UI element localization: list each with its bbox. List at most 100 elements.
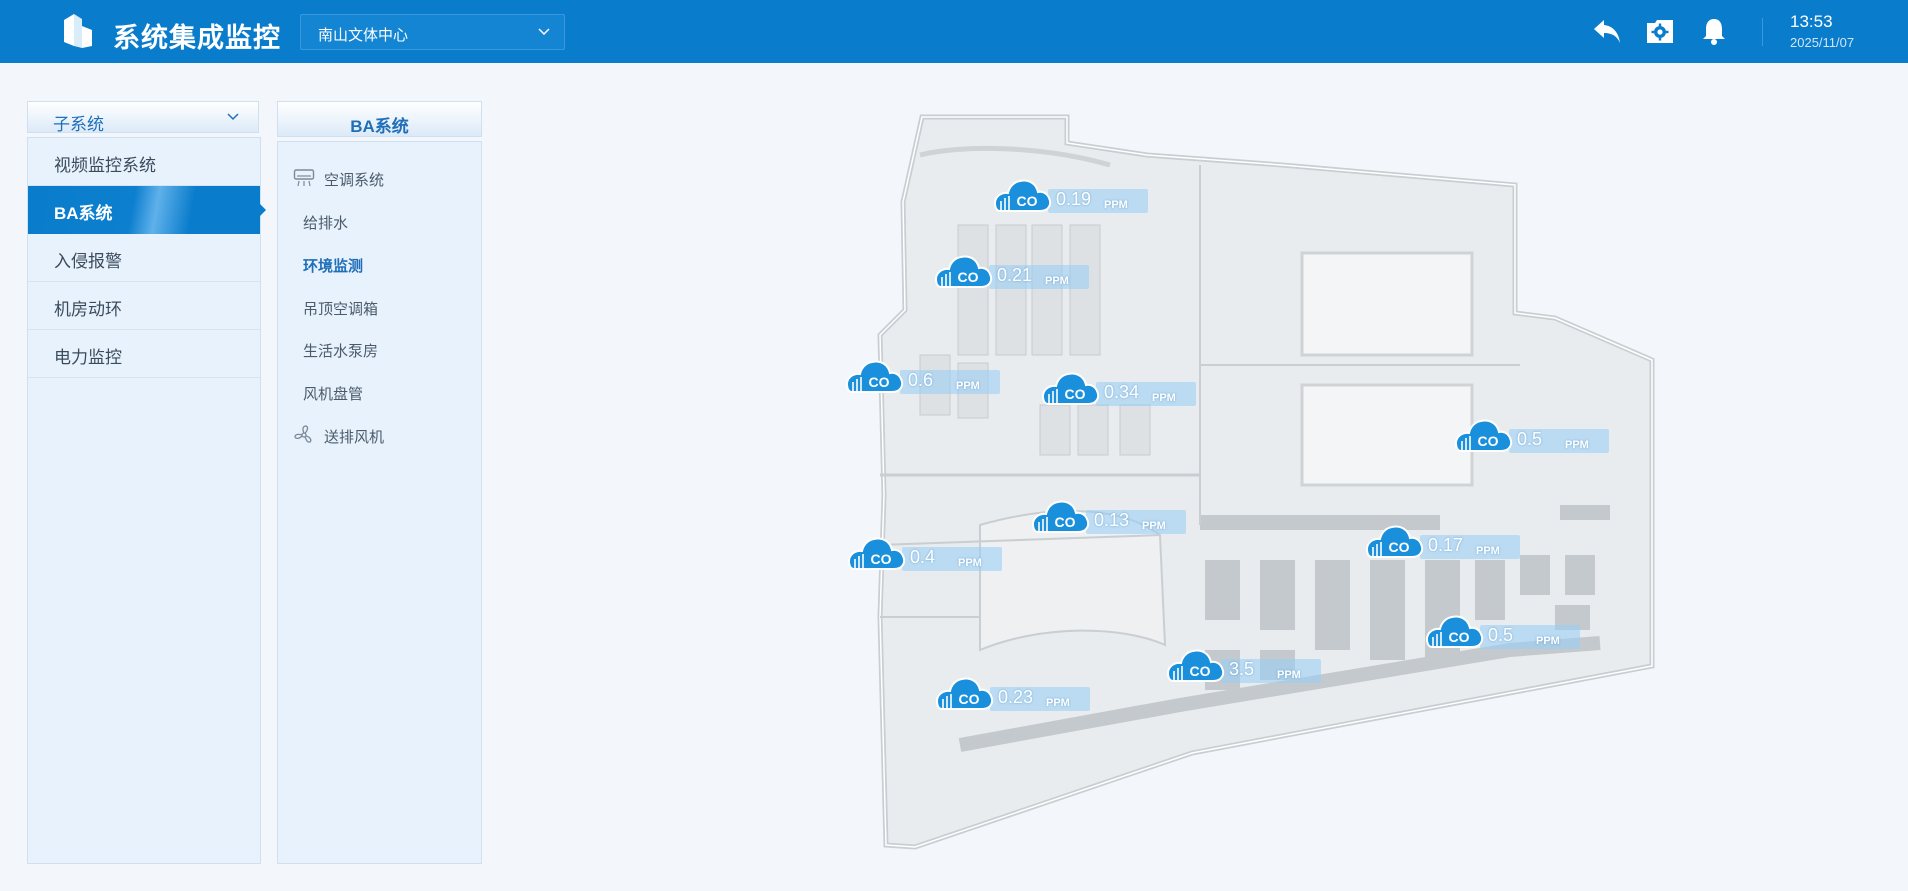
subsystem-item-label: BA系统 [54,204,113,223]
svg-text:CO: CO [869,374,890,390]
ba-menu: 空调系统 给排水 环境监测 吊顶空调箱 生活水泵房 风机盘管 送排风机 [277,141,482,864]
svg-text:CO: CO [1055,514,1076,530]
subsystem-item-server-room[interactable]: 机房动环 [28,282,260,330]
svg-text:CO: CO [871,551,892,567]
ba-item-ceiling-ahu[interactable]: 吊顶空调箱 [278,289,481,325]
ba-item-label: 生活水泵房 [303,343,379,360]
ba-panel-title: BA系统 [350,117,409,136]
svg-text:CO: CO [1389,539,1410,555]
fan-icon [294,425,312,443]
sensor-value: 0.21 [997,265,1033,285]
site-select-value: 南山文体中心 [318,27,409,44]
chevron-down-icon [538,28,550,36]
sensor-value: 0.23 [998,687,1034,707]
sensor-unit: PPM [1152,392,1176,404]
sensor-value: 0.19 [1056,189,1092,209]
subsystem-item-ba[interactable]: BA系统 [28,186,266,234]
sensor-value: 0.17 [1428,535,1464,555]
co-cloud-icon: CO [845,360,904,393]
sensor-unit: PPM [1565,439,1589,451]
sensor-value: 3.5 [1229,659,1255,679]
ba-item-label: 吊顶空调箱 [303,301,379,318]
subsystem-heading: 子系统 [53,115,104,134]
sensor-unit: PPM [1142,520,1166,532]
sensor-unit: PPM [1104,199,1128,211]
co-cloud-icon: CO [1425,615,1484,648]
co-sensor[interactable]: CO 0.23 PPM [928,675,1098,715]
clock-date: 2025/11/07 [1790,35,1855,50]
co-cloud-icon: CO [847,537,906,570]
bell-icon[interactable] [1697,14,1731,48]
svg-text:CO: CO [1017,193,1038,209]
subsystem-list: 视频监控系统 BA系统 入侵报警 机房动环 电力监控 [27,137,266,864]
ba-panel: BA系统 空调系统 给排水 环境监测 吊顶空调箱 生活水泵房 风机盘管 送排风机 [277,101,482,864]
air-conditioner-icon [293,169,315,187]
svg-text:CO: CO [1190,663,1211,679]
sensor-value: 0.5 [1517,429,1543,449]
sensor-value: 0.13 [1094,510,1130,530]
site-select[interactable]: 南山文体中心 [300,14,565,50]
subsystem-item-video[interactable]: 视频监控系统 [28,138,260,186]
floor-plan-image [877,114,1655,850]
sensor-unit: PPM [958,557,982,569]
co-cloud-icon: CO [1454,419,1513,452]
ba-item-label: 送排风机 [324,429,385,446]
ba-item-environment-monitoring[interactable]: 环境监测 [278,246,481,282]
co-sensor[interactable]: CO 0.17 PPM [1358,523,1528,563]
subsystem-item-power[interactable]: 电力监控 [28,330,260,378]
svg-text:CO: CO [958,269,979,285]
back-icon[interactable] [1590,14,1624,48]
co-cloud-icon: CO [993,179,1052,212]
sensor-value: 0.4 [910,547,936,567]
co-sensor[interactable]: CO 0.19 PPM [986,177,1156,217]
sensor-value: 0.34 [1104,382,1140,402]
ba-item-label: 环境监测 [303,258,364,275]
co-cloud-icon: CO [1166,649,1225,682]
ba-item-pump-room[interactable]: 生活水泵房 [278,331,481,367]
header-divider [1762,18,1763,46]
svg-text:CO: CO [1478,433,1499,449]
floor-map[interactable]: CO 0.19 PPM CO 0.21 PPM CO 0.6 PPM CO 0.… [820,105,1660,865]
subsystem-item-label: 电力监控 [54,348,122,367]
subsystem-dropdown[interactable]: 子系统 [27,101,259,134]
co-sensor[interactable]: CO 0.6 PPM [838,358,1008,398]
svg-text:CO: CO [1065,386,1086,402]
ba-item-fan-coil[interactable]: 风机盘管 [278,374,481,410]
ba-item-label: 风机盘管 [303,386,364,403]
co-sensor[interactable]: CO 0.13 PPM [1024,498,1194,538]
sensor-unit: PPM [1046,697,1070,709]
co-cloud-icon: CO [1041,372,1100,405]
chevron-down-icon [227,113,239,121]
subsystem-item-label: 机房动环 [54,300,122,319]
co-sensor[interactable]: CO 0.34 PPM [1034,370,1204,410]
co-sensor[interactable]: CO 0.5 PPM [1418,613,1588,653]
co-cloud-icon: CO [1031,500,1090,533]
subsystem-panel: 子系统 视频监控系统 BA系统 入侵报警 机房动环 电力监控 [27,101,266,864]
sensor-unit: PPM [1045,275,1069,287]
clock-time: 13:53 [1790,12,1833,31]
co-sensor[interactable]: CO 0.5 PPM [1447,417,1617,457]
sensor-unit: PPM [1277,669,1301,681]
ba-item-air-conditioning[interactable]: 空调系统 [278,160,481,196]
co-sensor[interactable]: CO 0.21 PPM [927,253,1097,293]
ba-item-ventilation-fan[interactable]: 送排风机 [278,417,481,453]
co-sensor[interactable]: CO 0.4 PPM [840,535,1010,575]
co-cloud-icon: CO [1365,525,1424,558]
subsystem-item-intrusion[interactable]: 入侵报警 [28,234,260,282]
ba-item-water-supply[interactable]: 给排水 [278,203,481,239]
settings-icon[interactable] [1643,14,1677,48]
subsystem-item-label: 入侵报警 [54,252,122,271]
ba-item-label: 空调系统 [324,172,385,189]
svg-text:CO: CO [959,691,980,707]
sensor-unit: PPM [1536,635,1560,647]
sensor-value: 0.6 [908,370,934,390]
app-title: 系统集成监控 [113,23,281,53]
sensor-unit: PPM [1476,545,1500,557]
top-bar: 系统集成监控 南山文体中心 13:53 2025/11/07 [0,0,1908,63]
co-sensor[interactable]: CO 3.5 PPM [1159,647,1329,687]
ba-panel-header: BA系统 [277,101,482,137]
svg-text:CO: CO [1449,629,1470,645]
co-cloud-icon: CO [935,677,994,710]
sensor-value: 0.5 [1488,625,1514,645]
logo-icon [64,14,92,48]
